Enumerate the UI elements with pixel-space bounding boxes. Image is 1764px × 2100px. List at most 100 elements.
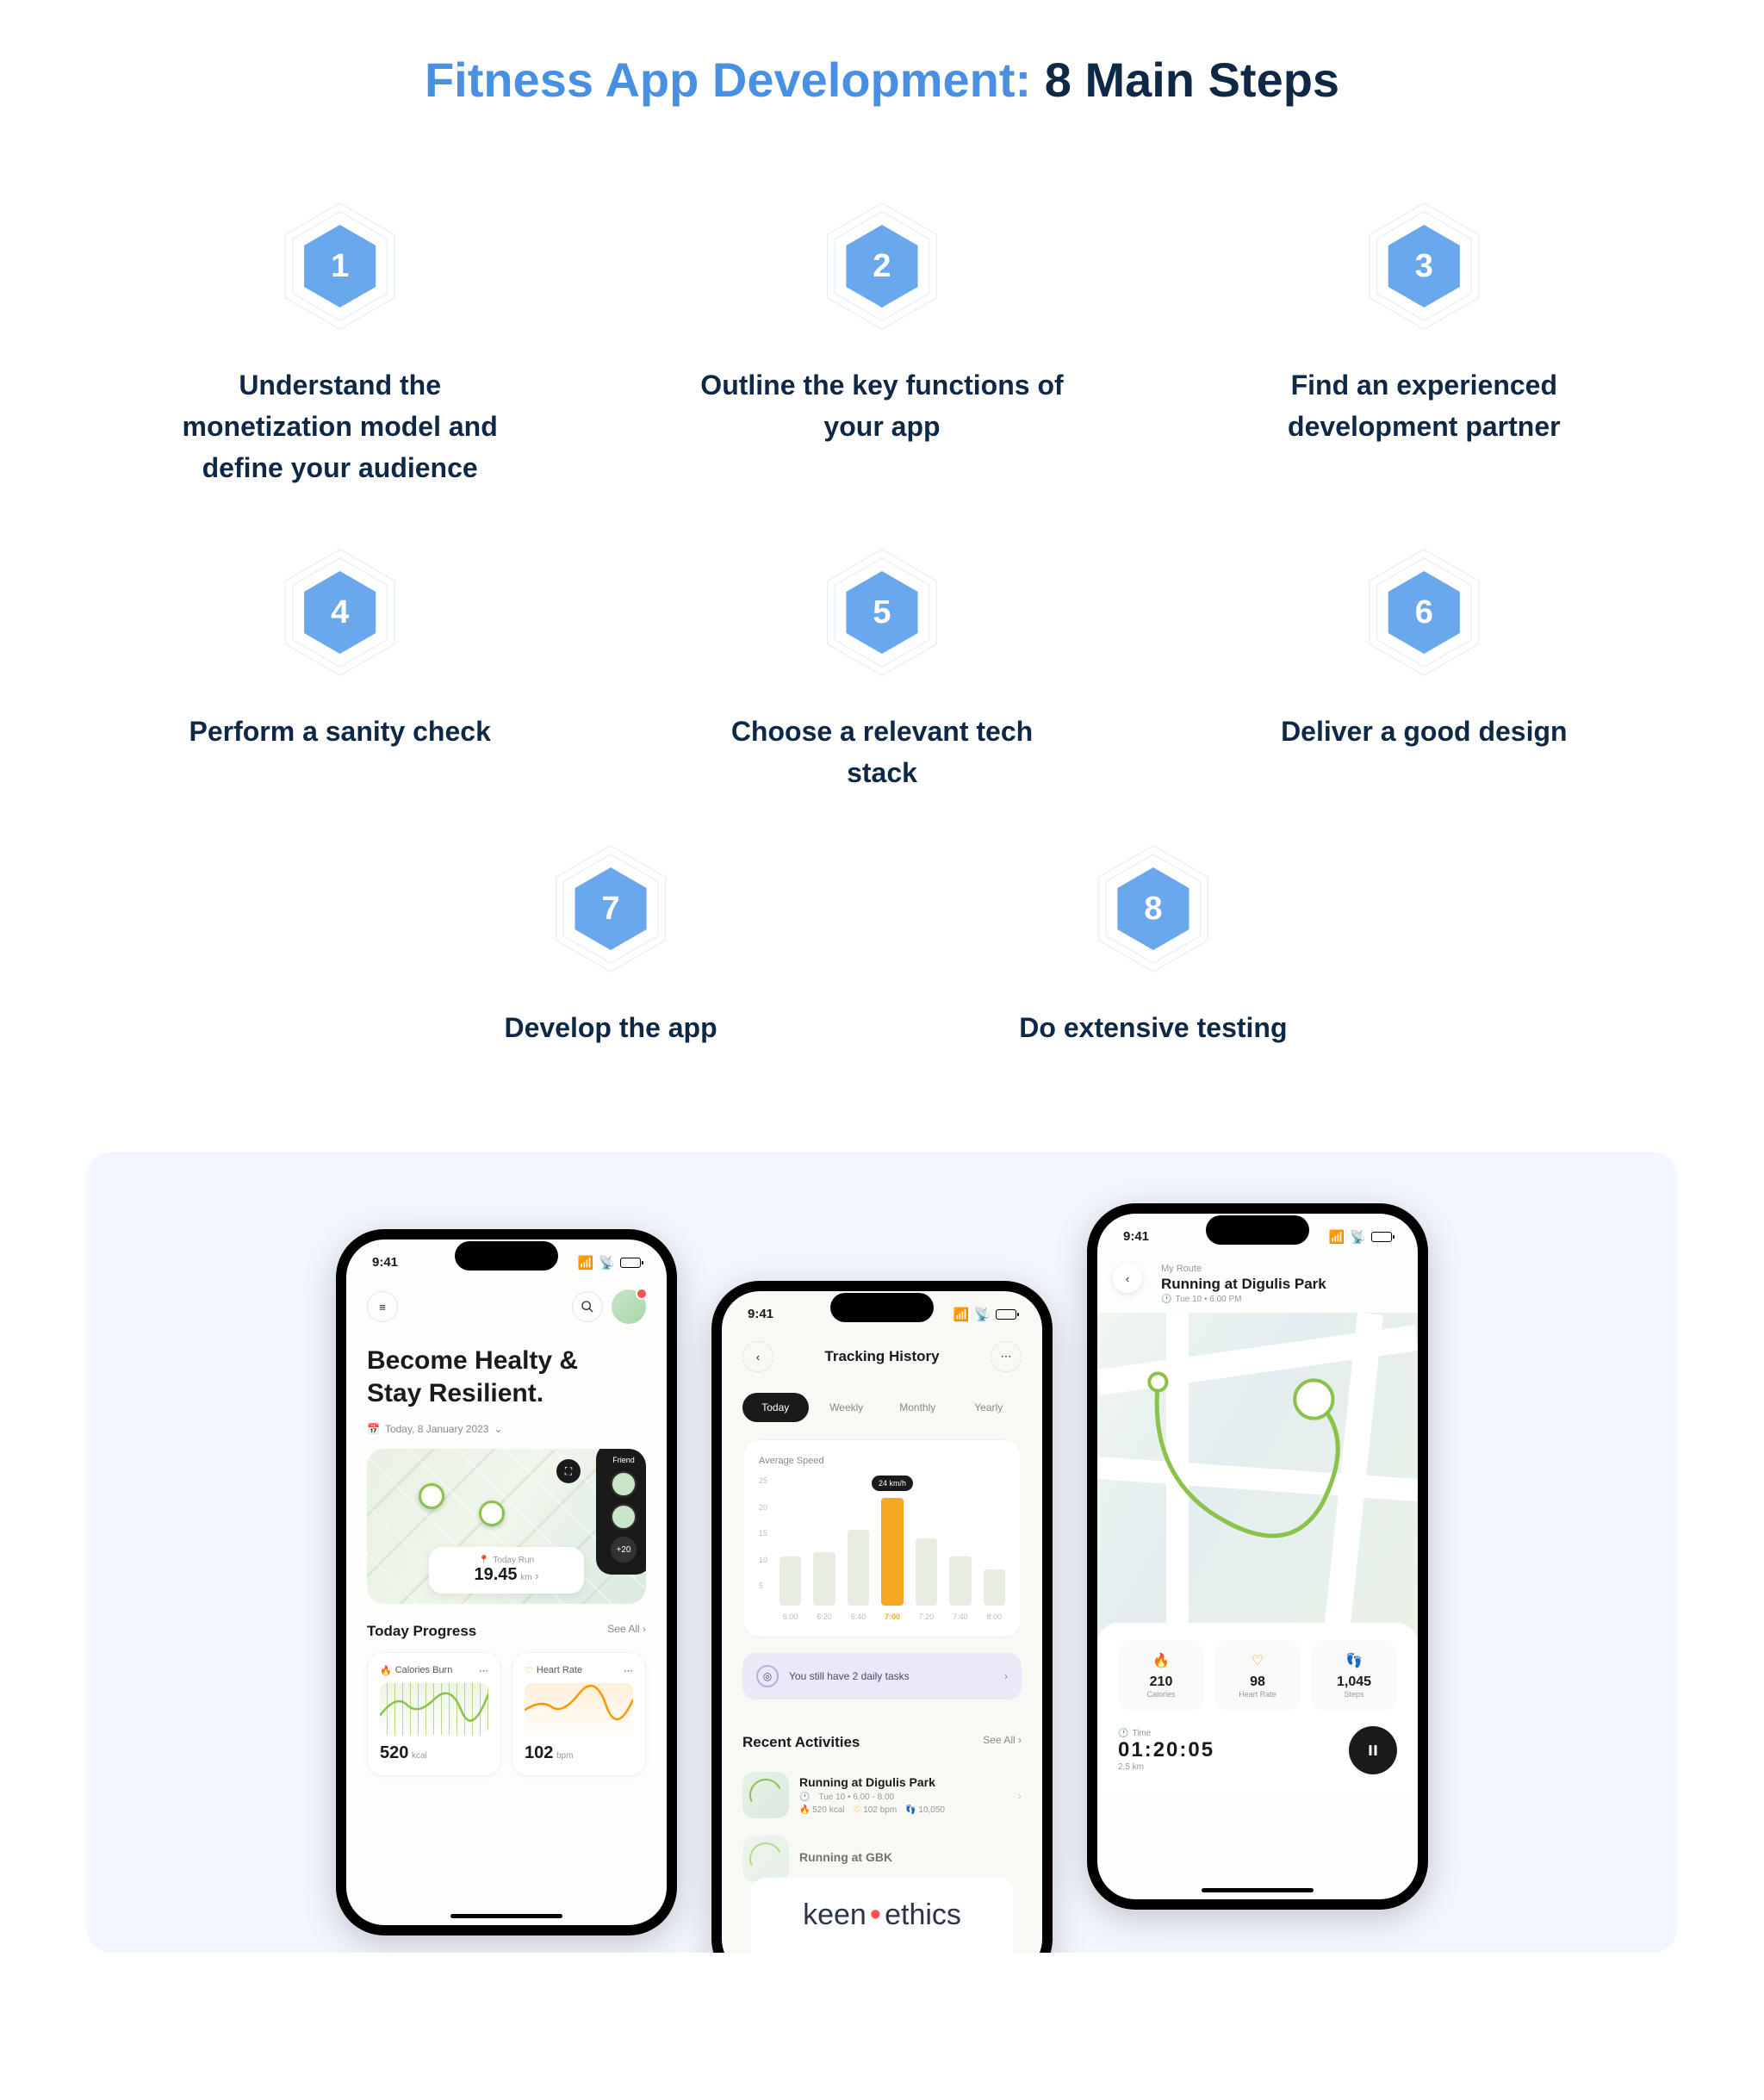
flame-icon: 🔥 <box>380 1665 392 1676</box>
step-6: 6 Deliver a good design <box>1171 549 1678 793</box>
stats-panel: 🔥 210 Calories ♡ 98 Heart Rate 👣 1,045 <box>1097 1623 1418 1792</box>
chart-bar <box>780 1556 801 1606</box>
step-label: Understand the monetization model and de… <box>155 364 525 488</box>
flame-icon: 🔥 <box>799 1805 810 1815</box>
search-button[interactable] <box>572 1291 603 1322</box>
tab-yearly[interactable]: Yearly <box>956 1393 1022 1422</box>
step-3: 3 Find an experienced development partne… <box>1171 202 1678 488</box>
friends-panel[interactable]: Friend +20 <box>596 1449 646 1575</box>
route-icon: 📍 <box>479 1556 489 1565</box>
more-icon[interactable]: ⋯ <box>479 1665 488 1676</box>
calories-card[interactable]: 🔥Calories Burn⋯ 520 kcal <box>367 1652 501 1776</box>
back-button[interactable]: ‹ <box>1113 1264 1142 1293</box>
section-title: Today Progress <box>367 1623 476 1640</box>
wifi-icon: 📡 <box>974 1307 991 1322</box>
date-label: 📅Today, 8 January 2023⌄ <box>346 1418 667 1449</box>
menu-button[interactable]: ≡ <box>367 1291 398 1322</box>
chevron-down-icon[interactable]: ⌄ <box>494 1423 502 1435</box>
clock-icon: 🕐 <box>1161 1295 1171 1304</box>
route-title: Running at Digulis Park <box>1161 1276 1397 1293</box>
step-1: 1 Understand the monetization model and … <box>86 202 593 488</box>
friend-avatar <box>611 1471 637 1497</box>
chevron-right-icon: › <box>1004 1670 1008 1682</box>
speed-chart: Average Speed 252015105 24 km/h 6:006:20… <box>742 1439 1022 1637</box>
chart-bar <box>949 1556 971 1606</box>
task-banner[interactable]: ◎ You still have 2 daily tasks › <box>742 1653 1022 1699</box>
battery-icon <box>996 1309 1016 1320</box>
today-run-pill: 📍Today Run 19.45 km › <box>429 1547 584 1594</box>
signal-icon: 📶 <box>953 1307 970 1322</box>
signal-icon: 📶 <box>1329 1229 1345 1245</box>
more-icon[interactable]: ⋯ <box>624 1665 633 1676</box>
home-indicator <box>1202 1888 1314 1892</box>
activity-item[interactable]: Running at Digulis Park 🕐Tue 10 • 6.00 -… <box>722 1763 1042 1827</box>
stat-steps: 👣 1,045 Steps <box>1311 1640 1397 1711</box>
dot-icon: • <box>870 1907 881 1923</box>
clock-icon: 🕐 <box>1118 1729 1128 1738</box>
map-pin-icon <box>419 1483 444 1509</box>
clock-icon: 🕐 <box>799 1792 810 1802</box>
battery-icon <box>620 1258 641 1268</box>
pause-button[interactable] <box>1349 1726 1397 1774</box>
heart-icon: ♡ <box>525 1665 533 1676</box>
stat-heartrate: ♡ 98 Heart Rate <box>1214 1640 1301 1711</box>
map-card[interactable]: ⛶ Friend +20 📍Today Run 19.45 km › <box>367 1449 646 1604</box>
wifi-icon: 📡 <box>599 1255 615 1271</box>
wifi-icon: 📡 <box>1350 1229 1366 1245</box>
mockup-section: 9:41 📶 📡 ≡ Become Healty &Stay Resilient. <box>86 1152 1678 1953</box>
tab-today[interactable]: Today <box>742 1393 809 1422</box>
signal-icon: 📶 <box>578 1255 594 1271</box>
battery-icon <box>1371 1232 1392 1242</box>
hex-badge: 1 <box>276 202 404 330</box>
chart-bar <box>916 1538 937 1606</box>
target-icon: ◎ <box>756 1665 779 1687</box>
steps-row-1: 1 Understand the monetization model and … <box>86 202 1678 793</box>
tabs: Today Weekly Monthly Yearly <box>722 1381 1042 1439</box>
tab-monthly[interactable]: Monthly <box>885 1393 951 1422</box>
sparkline-chart <box>380 1683 488 1735</box>
clock: 9:41 <box>748 1307 773 1322</box>
step-4: 4 Perform a sanity check <box>86 549 593 793</box>
step-8: 8 Do extensive testing <box>899 845 1407 1048</box>
sparkline-chart <box>525 1683 633 1735</box>
back-button[interactable]: ‹ <box>742 1341 773 1372</box>
see-all-link[interactable]: See All › <box>607 1623 646 1640</box>
route-map[interactable] <box>1097 1313 1418 1640</box>
chevron-right-icon: › <box>1018 1789 1022 1802</box>
heart-icon: ♡ <box>1221 1652 1294 1669</box>
brand-logo: keen•ethics <box>751 1878 1013 1953</box>
more-button[interactable]: ⋯ <box>991 1341 1022 1372</box>
heartrate-card[interactable]: ♡Heart Rate⋯ 102 bpm <box>512 1652 646 1776</box>
step-5: 5 Choose a relevant tech stack <box>628 549 1135 793</box>
route-path <box>1097 1313 1418 1640</box>
clock: 9:41 <box>372 1255 398 1271</box>
avatar[interactable] <box>612 1289 646 1324</box>
step-2: 2 Outline the key functions of your app <box>628 202 1135 488</box>
step-7: 7 Develop the app <box>357 845 865 1048</box>
clock: 9:41 <box>1123 1229 1149 1245</box>
page-title: Fitness App Development: 8 Main Steps <box>86 52 1678 108</box>
friend-more[interactable]: +20 <box>611 1537 637 1563</box>
friend-avatar <box>611 1504 637 1530</box>
timer-value: 01:20:05 <box>1118 1738 1214 1762</box>
phone-mockup-history: 9:41 📶 📡 ‹ Tracking History ⋯ Today Weekl… <box>711 1281 1053 1953</box>
steps-row-2: 7 Develop the app 8 Do extensive testing <box>357 845 1407 1048</box>
phone-mockup-route: 9:41 📶📡 ‹ My Route Running at Digulis Pa… <box>1087 1203 1428 1910</box>
chart-bar <box>848 1530 869 1606</box>
chart-bar: 24 km/h <box>881 1498 903 1606</box>
flame-icon: 🔥 <box>1125 1652 1197 1669</box>
map-pin-icon <box>479 1500 505 1526</box>
chart-bar <box>984 1569 1005 1606</box>
tab-weekly[interactable]: Weekly <box>814 1393 880 1422</box>
calendar-icon: 📅 <box>367 1423 380 1435</box>
steps-icon: 👣 <box>905 1805 916 1815</box>
activity-thumb <box>742 1836 789 1882</box>
see-all-link[interactable]: See All › <box>983 1734 1022 1751</box>
headline: Become Healty &Stay Resilient. <box>346 1336 667 1418</box>
home-indicator <box>450 1914 562 1918</box>
expand-icon[interactable]: ⛶ <box>556 1459 581 1483</box>
screen-title: Tracking History <box>773 1348 991 1365</box>
steps-icon: 👣 <box>1318 1652 1390 1669</box>
heart-icon: ♡ <box>853 1805 860 1815</box>
activity-thumb <box>742 1772 789 1818</box>
